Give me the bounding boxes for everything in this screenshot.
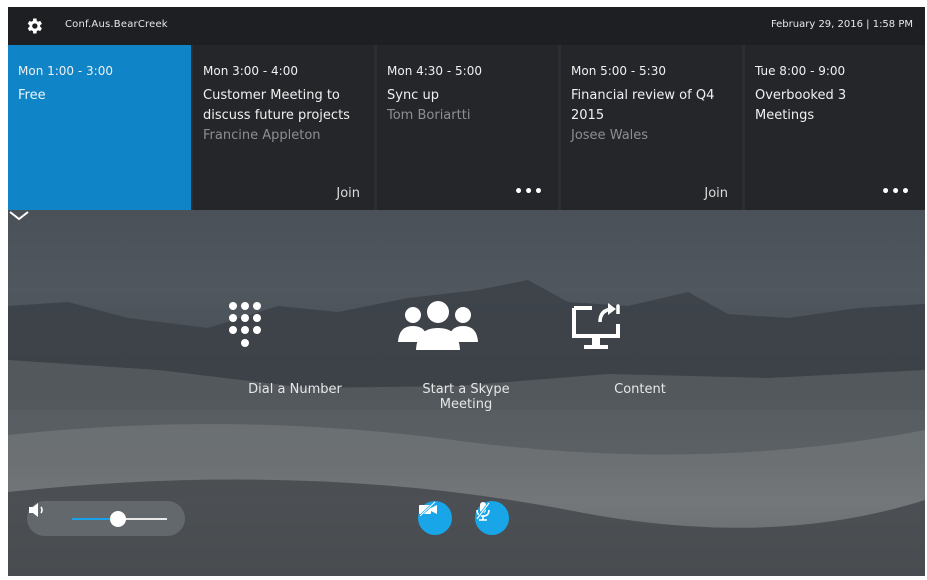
video-off-icon (419, 501, 437, 517)
meeting-organizer: Francine Appleton (203, 128, 321, 143)
join-button[interactable]: Join (704, 186, 728, 201)
mic-off-icon (475, 502, 491, 521)
background-scene: Dial a Number Start a Skype Meeting Cont… (8, 210, 925, 576)
top-bar: Conf.Aus.BearCreek February 29, 2016 | 1… (8, 7, 925, 45)
date-time: February 29, 2016 | 1:58 PM (770, 19, 913, 30)
meeting-time: Tue 8:00 - 9:00 (755, 64, 846, 78)
skype-label: Start a Skype Meeting (422, 382, 510, 412)
meeting-subject: Overbooked 3 Meetings (755, 88, 847, 123)
meeting-subject: Free (18, 88, 46, 103)
keypad-icon (225, 300, 365, 360)
more-options-button[interactable]: ••• (881, 184, 911, 200)
meeting-time: Mon 5:00 - 5:30 (571, 64, 666, 78)
dial-a-number-button[interactable]: Dial a Number (225, 300, 365, 397)
meeting-time: Mon 3:00 - 4:00 (203, 64, 298, 78)
meeting-organizer: Josee Wales (571, 128, 649, 143)
video-toggle-button[interactable] (418, 501, 452, 535)
meeting-tile[interactable]: Mon 3:00 - 4:00 Customer Meeting to disc… (193, 45, 374, 210)
meeting-time: Mon 1:00 - 3:00 (18, 64, 113, 78)
room-console: Conf.Aus.BearCreek February 29, 2016 | 1… (8, 7, 925, 576)
meeting-tile[interactable]: Mon 4:30 - 5:00 Sync up Tom Boriartti ••… (377, 45, 558, 210)
meeting-subject: Sync up Tom Boriartti (387, 86, 552, 126)
meeting-tile[interactable]: Mon 5:00 - 5:30 Financial review of Q4 2… (561, 45, 742, 210)
meeting-tile-current[interactable]: Mon 1:00 - 3:00 Free (8, 45, 191, 210)
start-skype-meeting-button[interactable]: Start a Skype Meeting (396, 300, 536, 412)
people-icon (396, 300, 536, 360)
more-options-button[interactable]: ••• (514, 184, 544, 200)
meeting-tile[interactable]: Tue 8:00 - 9:00 Overbooked 3 Meetings ••… (745, 45, 925, 210)
meeting-time: Mon 4:30 - 5:00 (387, 64, 482, 78)
meeting-subject-text: Sync up (387, 88, 439, 103)
meeting-organizer: Tom Boriartti (387, 108, 471, 123)
volume-control (27, 501, 185, 536)
chevron-down-icon[interactable] (8, 210, 30, 222)
meeting-subject-text: Financial review of Q4 2015 (571, 88, 715, 123)
mic-toggle-button[interactable] (475, 501, 509, 535)
meeting-subject: Customer Meeting to discuss future proje… (203, 86, 368, 146)
content-label: Content (614, 382, 666, 397)
meeting-subject-text: Customer Meeting to discuss future proje… (203, 88, 350, 123)
speaker-icon[interactable] (27, 501, 49, 519)
volume-slider[interactable] (72, 511, 167, 527)
monitor-share-icon (570, 300, 710, 360)
join-button[interactable]: Join (336, 186, 360, 201)
room-name: Conf.Aus.BearCreek (65, 19, 168, 30)
gear-icon[interactable] (24, 16, 44, 36)
content-button[interactable]: Content (570, 300, 710, 397)
volume-knob[interactable] (109, 511, 126, 527)
meeting-tiles: Mon 1:00 - 3:00 Free Mon 3:00 - 4:00 Cus… (8, 45, 925, 210)
meeting-subject: Financial review of Q4 2015 Josee Wales (571, 86, 736, 146)
dial-label: Dial a Number (248, 382, 342, 397)
